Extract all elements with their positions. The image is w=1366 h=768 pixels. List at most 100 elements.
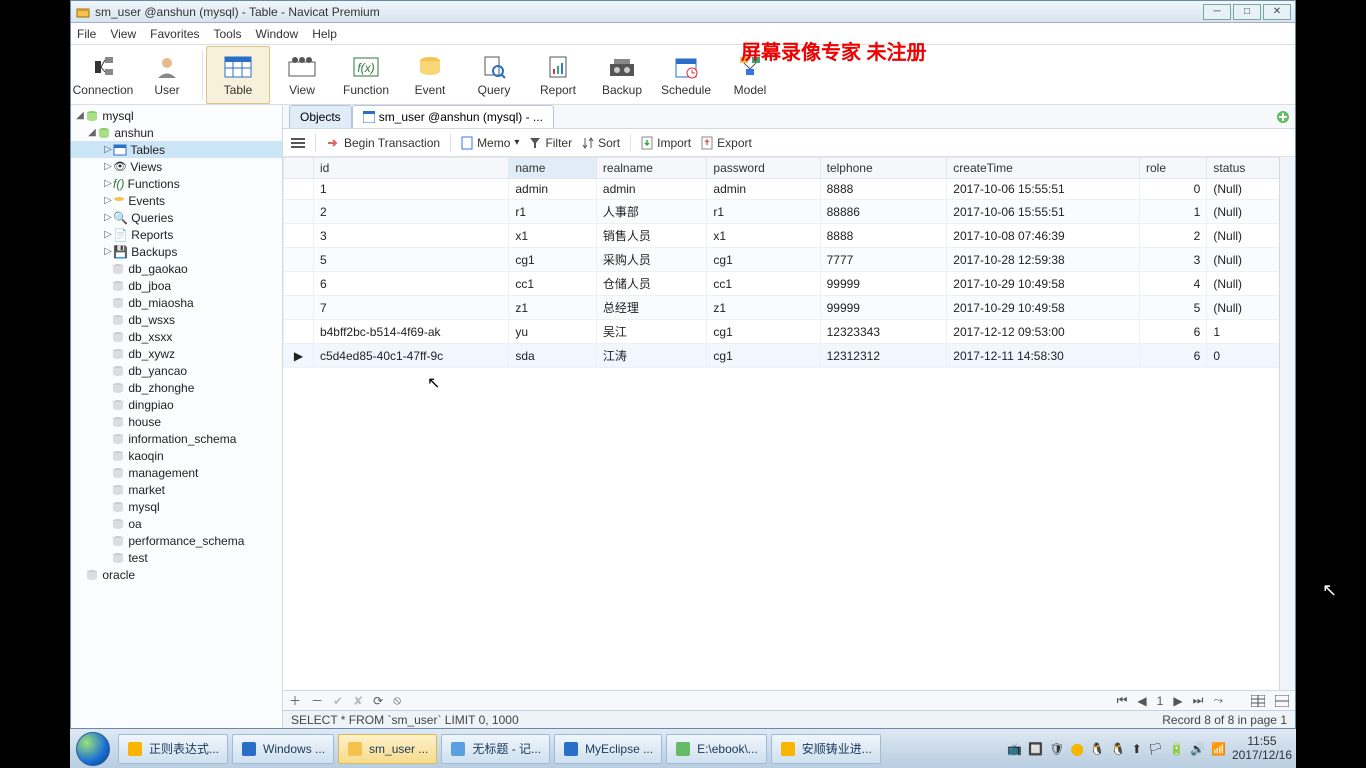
tree-db-performance_schema[interactable]: performance_schema	[71, 532, 282, 549]
function-button[interactable]: f(x) Function	[334, 46, 398, 104]
tree-db-db_xywz[interactable]: db_xywz	[71, 345, 282, 362]
grid-view-button[interactable]	[1251, 695, 1265, 707]
tree-root-mysql[interactable]: ◢ mysql	[71, 107, 282, 124]
view-button[interactable]: View	[270, 46, 334, 104]
filter-button[interactable]: Filter	[529, 136, 572, 150]
tree-db-oa[interactable]: oa	[71, 515, 282, 532]
report-button[interactable]: Report	[526, 46, 590, 104]
taskbar-item[interactable]: sm_user ...	[338, 734, 437, 764]
user-button[interactable]: User	[135, 46, 199, 104]
add-row-button[interactable]: ＋	[289, 692, 301, 709]
menu-view[interactable]: View	[110, 27, 136, 41]
tab-table-smuser[interactable]: sm_user @anshun (mysql) - ...	[352, 105, 554, 128]
tree-db-db_yancao[interactable]: db_yancao	[71, 362, 282, 379]
tray-icon[interactable]: ⬆	[1132, 742, 1142, 756]
col-createtime[interactable]: createTime	[947, 158, 1140, 179]
taskbar-item[interactable]: MyEclipse ...	[554, 734, 662, 764]
close-button[interactable]: ✕	[1263, 4, 1291, 20]
tray-icon[interactable]: 🔋	[1169, 742, 1184, 756]
tree-queries[interactable]: ▷🔍 Queries	[71, 209, 282, 226]
menu-file[interactable]: File	[77, 27, 96, 41]
col-role[interactable]: role	[1139, 158, 1206, 179]
tree-db-information_schema[interactable]: information_schema	[71, 430, 282, 447]
tree-db-management[interactable]: management	[71, 464, 282, 481]
menu-tools[interactable]: Tools	[214, 27, 242, 41]
tree-db-dingpiao[interactable]: dingpiao	[71, 396, 282, 413]
tray-icon[interactable]: ⬤	[1070, 742, 1083, 756]
tray-icon[interactable]: 🐧	[1111, 742, 1126, 756]
table-row[interactable]: 2r1人事部r1888862017-10-06 15:55:511(Null)	[284, 200, 1295, 224]
maximize-button[interactable]: □	[1233, 4, 1261, 20]
data-grid[interactable]: id name realname password telphone creat…	[283, 157, 1295, 728]
tree-views[interactable]: ▷👁 Views	[71, 158, 282, 175]
tab-objects[interactable]: Objects	[289, 105, 352, 128]
table-row[interactable]: ▶c5d4ed85-40c1-47ff-9csda江涛cg11231231220…	[284, 344, 1295, 368]
table-row[interactable]: 6cc1仓储人员cc1999992017-10-29 10:49:584(Nul…	[284, 272, 1295, 296]
stop-button[interactable]: ⦸	[393, 693, 401, 708]
table-row[interactable]: 1adminadminadmin88882017-10-06 15:55:510…	[284, 179, 1295, 200]
tree-db-db_xsxx[interactable]: db_xsxx	[71, 328, 282, 345]
prev-page-button[interactable]: ◀	[1137, 694, 1146, 708]
cancel-button[interactable]: ✘	[353, 694, 363, 708]
last-page-button[interactable]: ⏭	[1193, 693, 1204, 708]
taskbar-item[interactable]: 安顺铸业进...	[771, 734, 881, 764]
query-button[interactable]: Query	[462, 46, 526, 104]
clock[interactable]: 11:55 2017/12/16	[1232, 735, 1292, 761]
refresh-button[interactable]: ⟳	[373, 694, 383, 708]
tree-backups[interactable]: ▷💾 Backups	[71, 243, 282, 260]
vertical-scrollbar[interactable]	[1279, 157, 1295, 690]
menu-help[interactable]: Help	[312, 27, 337, 41]
col-password[interactable]: password	[707, 158, 820, 179]
table-row[interactable]: 7z1总经理z1999992017-10-29 10:49:585(Null)	[284, 296, 1295, 320]
new-tab-button[interactable]	[1271, 105, 1295, 128]
event-button[interactable]: Event	[398, 46, 462, 104]
apply-button[interactable]: ✔	[333, 694, 343, 708]
tray-icon[interactable]: 🔲	[1028, 742, 1043, 756]
menu-favorites[interactable]: Favorites	[150, 27, 199, 41]
tree-db-db_wsxs[interactable]: db_wsxs	[71, 311, 282, 328]
tree-reports[interactable]: ▷📄 Reports	[71, 226, 282, 243]
first-page-button[interactable]: ⏮	[1117, 693, 1128, 708]
tray-icon[interactable]: 🏳	[1148, 742, 1163, 756]
tree-db-market[interactable]: market	[71, 481, 282, 498]
col-name[interactable]: name	[509, 158, 597, 179]
tree-db-db_gaokao[interactable]: db_gaokao	[71, 260, 282, 277]
taskbar-item[interactable]: 无标题 - 记...	[441, 734, 550, 764]
menu-window[interactable]: Window	[256, 27, 299, 41]
hamburger-icon[interactable]	[291, 137, 305, 149]
backup-button[interactable]: Backup	[590, 46, 654, 104]
tree-db-house[interactable]: house	[71, 413, 282, 430]
tray-icon[interactable]: 🛡	[1049, 742, 1064, 756]
tree-db-mysql[interactable]: mysql	[71, 498, 282, 515]
delete-row-button[interactable]: －	[311, 692, 323, 709]
begin-transaction-button[interactable]: Begin Transaction	[326, 136, 440, 150]
tree-root-oracle[interactable]: oracle	[71, 566, 282, 583]
col-telphone[interactable]: telphone	[820, 158, 947, 179]
table-row[interactable]: 5cg1采购人员cg177772017-10-28 12:59:383(Null…	[284, 248, 1295, 272]
memo-button[interactable]: Memo▾	[461, 136, 519, 150]
tray-icon[interactable]: 📶	[1211, 742, 1226, 756]
titlebar[interactable]: sm_user @anshun (mysql) - Table - Navica…	[71, 1, 1295, 23]
tray-icon[interactable]: 📺	[1007, 742, 1022, 756]
next-page-button[interactable]: ▶	[1173, 694, 1182, 708]
taskbar[interactable]: 正则表达式...Windows ...sm_user ...无标题 - 记...…	[70, 729, 1296, 768]
tree-db-db_jboa[interactable]: db_jboa	[71, 277, 282, 294]
form-view-button[interactable]	[1275, 695, 1289, 707]
col-realname[interactable]: realname	[596, 158, 707, 179]
tree-events[interactable]: ▷ Events	[71, 192, 282, 209]
minimize-button[interactable]: ─	[1203, 4, 1231, 20]
taskbar-item[interactable]: 正则表达式...	[118, 734, 228, 764]
schedule-button[interactable]: Schedule	[654, 46, 718, 104]
import-button[interactable]: Import	[641, 136, 691, 150]
tree-tables[interactable]: ▷ Tables	[71, 141, 282, 158]
table-row[interactable]: 3x1销售人员x188882017-10-08 07:46:392(Null)	[284, 224, 1295, 248]
taskbar-item[interactable]: E:\ebook\...	[666, 734, 767, 764]
connection-tree[interactable]: ◢ mysql ◢ anshun ▷ Tables ▷👁 Views ▷f() …	[71, 105, 283, 728]
start-button[interactable]	[70, 729, 116, 768]
system-tray[interactable]: 📺 🔲 🛡 ⬤ 🐧 🐧 ⬆ 🏳 🔋 🔊 📶 11:55 2017/12/16	[1007, 735, 1296, 761]
export-button[interactable]: Export	[701, 136, 752, 150]
tree-db-db_zhonghe[interactable]: db_zhonghe	[71, 379, 282, 396]
table-button[interactable]: Table	[206, 46, 270, 104]
tree-db-db_miaosha[interactable]: db_miaosha	[71, 294, 282, 311]
tree-functions[interactable]: ▷f() Functions	[71, 175, 282, 192]
